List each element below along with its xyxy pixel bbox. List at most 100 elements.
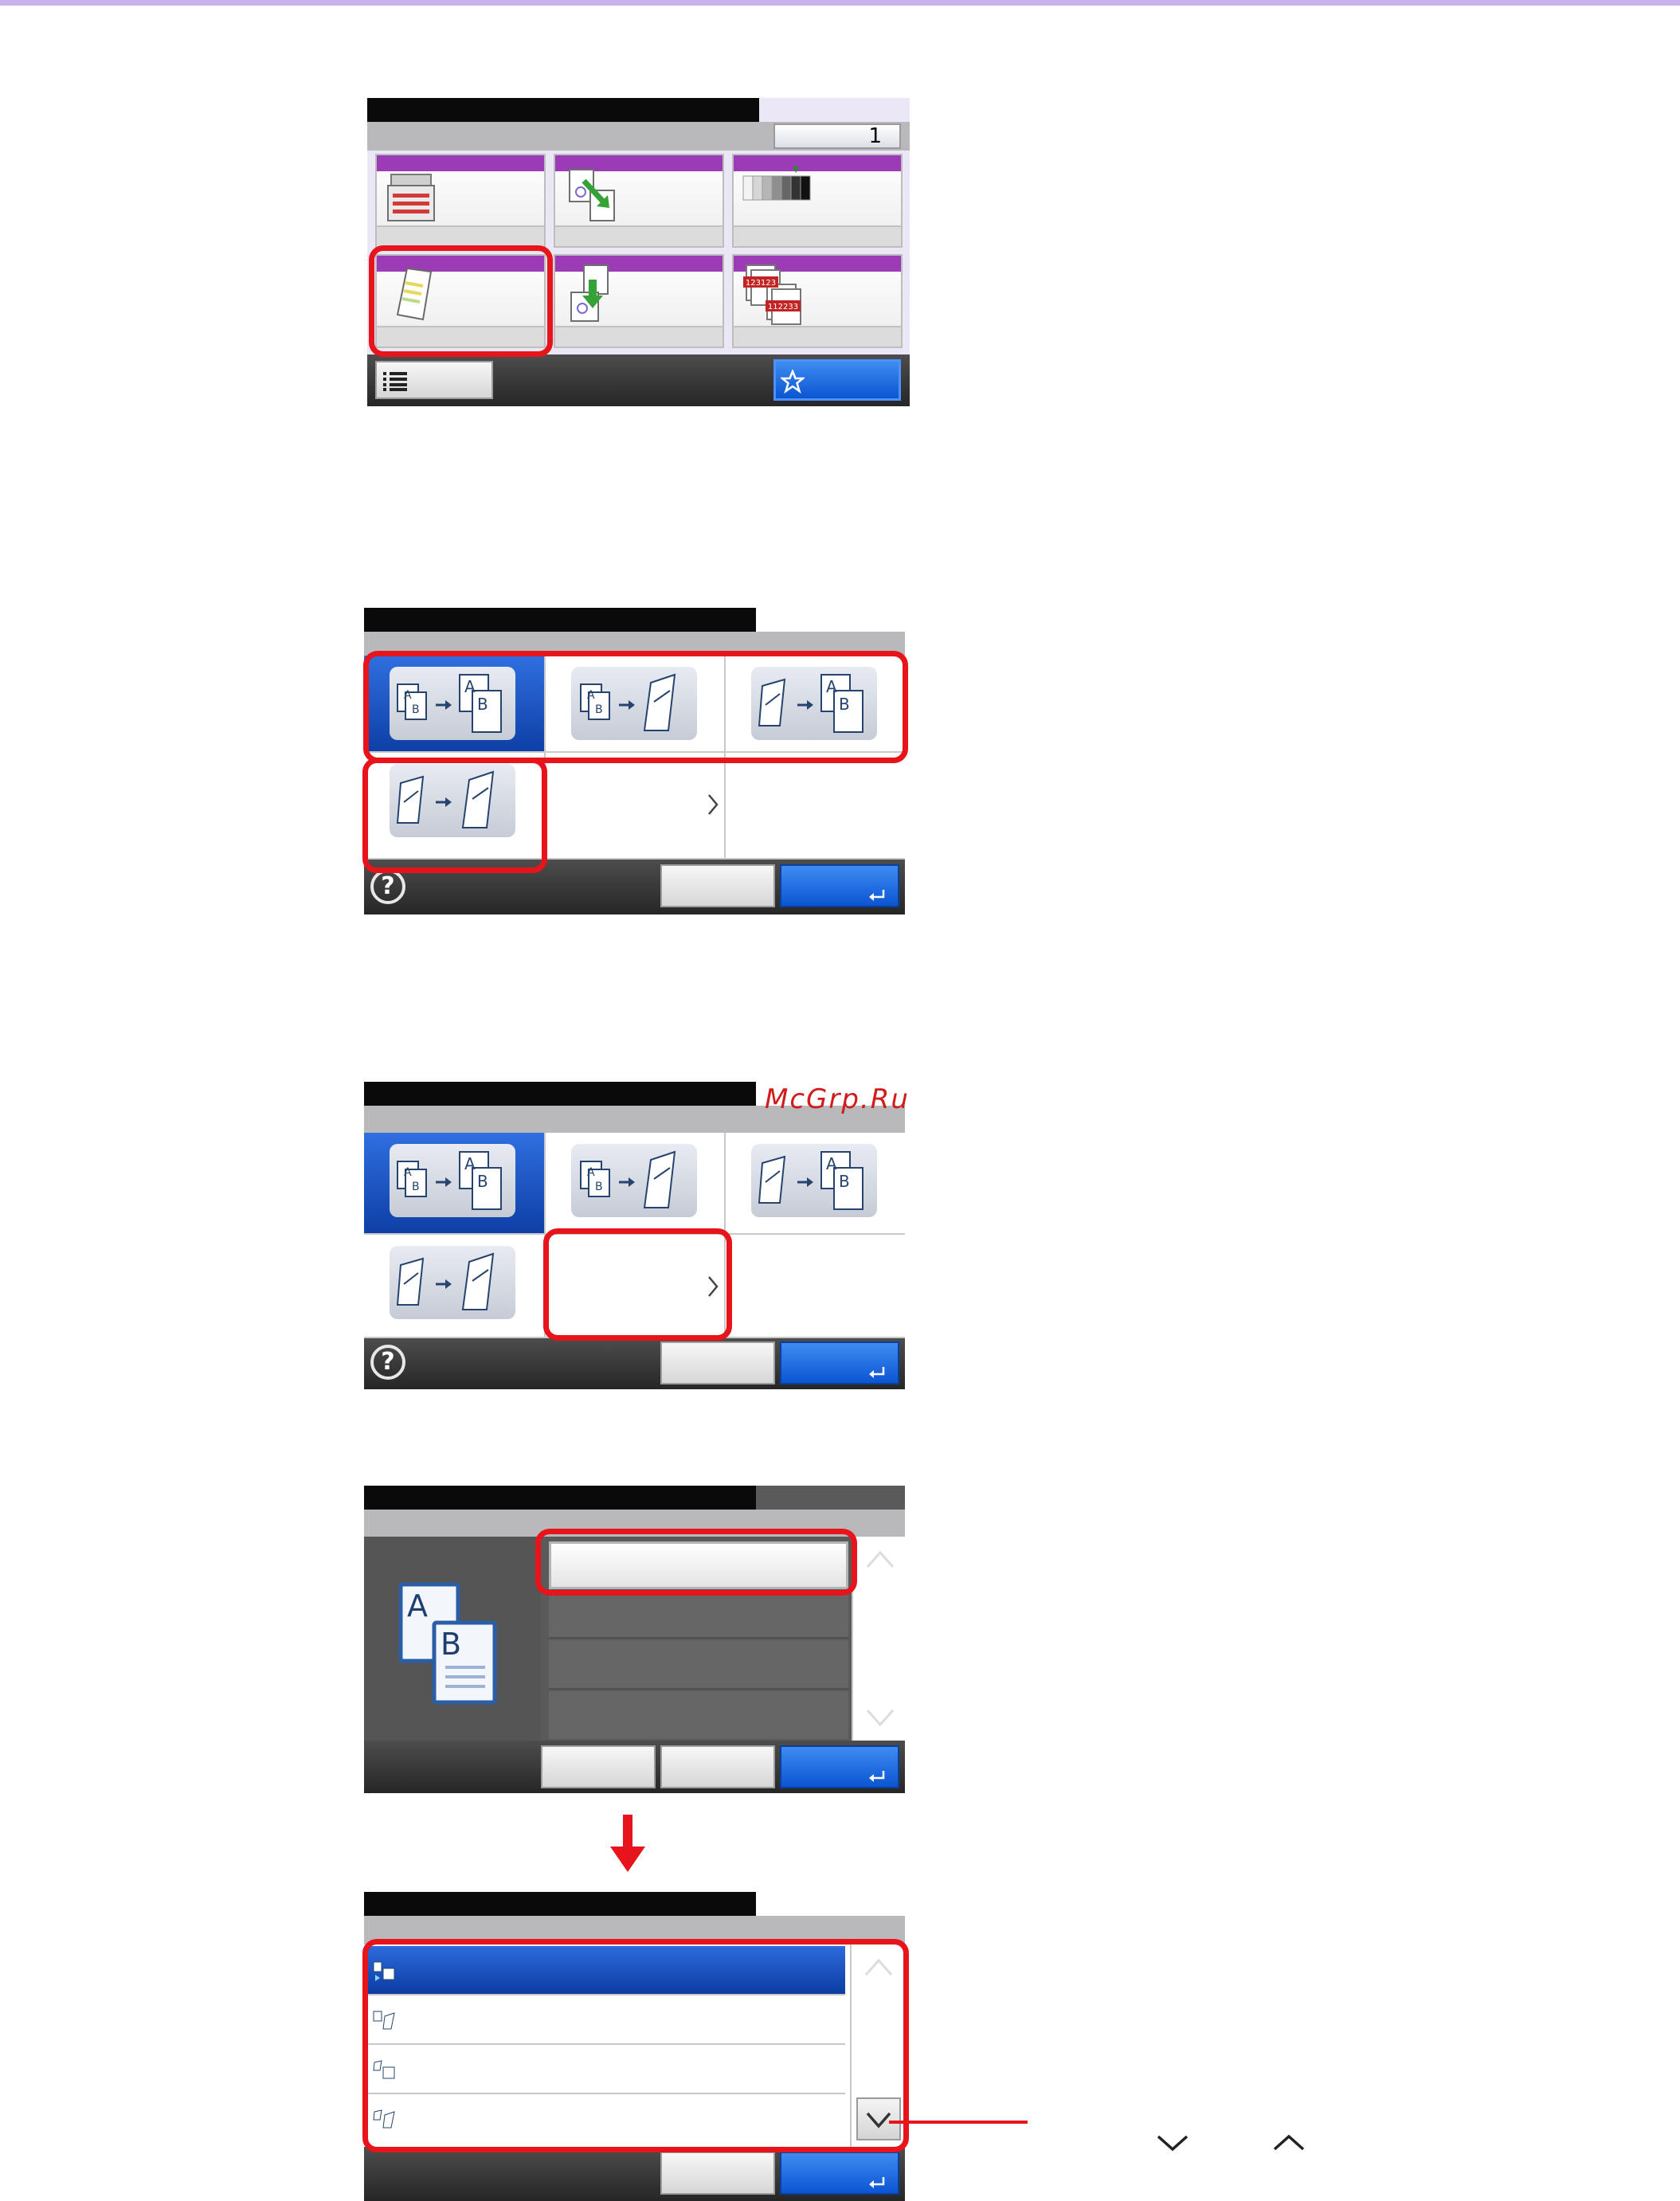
letter-b: B [441,1627,461,1662]
option-empty [726,753,905,860]
list-item-1[interactable] [367,1946,845,1995]
screen-duplex-options-detail: A B A B A B A B ? [364,1082,905,1389]
favorites-button[interactable] [773,359,901,401]
orientation-option-4-icon [373,2109,395,2129]
chevron-down-icon[interactable] [864,1701,896,1733]
function-tile-collate[interactable]: 123123 112233 [732,254,903,348]
sheet-swap-icon [569,169,615,221]
option-1sided-to-1sided[interactable]: A B A B [364,656,546,753]
letter-b: B [839,695,850,714]
letter-a: A [464,1154,476,1173]
return-icon [869,1367,885,1378]
orientation-option-3-icon [373,2060,395,2079]
page-top-stripe [0,0,1680,6]
originals-icon [570,264,609,322]
list-item-2[interactable] [367,1995,845,2045]
setting-row-3[interactable] [549,1640,848,1690]
duplex-icon [396,267,433,321]
title-bar [364,608,756,632]
screen-orientation-list [364,1892,905,2201]
letter-a: A [587,1166,595,1179]
letter-a: A [404,1166,412,1179]
watermark: McGrp.Ru [765,1083,910,1115]
option-1sided-to-1sided[interactable]: A B A B [364,1133,546,1235]
ok-button[interactable] [780,2152,899,2195]
density-icon [742,166,811,201]
chevron-up-icon[interactable] [864,1545,896,1576]
option-more-settings[interactable] [546,753,726,860]
return-icon [869,890,885,901]
option-2sided-to-2sided[interactable] [364,1235,546,1338]
list-item-4[interactable] [367,2094,845,2142]
letter-a: A [404,689,412,702]
collate-number-1: 123123 [746,279,776,288]
scroll-down-button[interactable] [856,2097,901,2140]
single-to-single-icon: A B A B [397,674,502,733]
letter-a: A [826,1154,837,1173]
return-icon [869,1771,885,1782]
duplex-to-single-icon: A B [758,1151,863,1210]
back-button[interactable] [541,1745,656,1788]
option-icon-frame: A B [751,1144,877,1217]
option-1sided-to-2sided[interactable]: A B [546,1133,726,1235]
help-icon[interactable]: ? [370,869,405,904]
list-view-button[interactable] [375,361,493,399]
chevron-up-icon[interactable] [863,1952,895,1984]
copy-counter-value: 1 [868,124,882,148]
ok-button[interactable] [780,1745,899,1788]
return-icon [869,2177,885,2188]
scroll-bar[interactable] [850,1944,905,2147]
function-tile-original-size[interactable] [554,254,724,348]
scroll-bar[interactable] [852,1537,905,1741]
collate-number-2: 112233 [768,303,798,311]
screen-copy-functions: 1 123123 112233 [367,98,910,406]
status-strip [364,1510,905,1537]
option-2sided-to-1sided[interactable]: A B [726,1133,905,1235]
screen-duplex-options: A B A B A B A B ? [364,608,905,914]
letter-b: B [477,1172,488,1191]
copier-icon [387,174,435,221]
chevron-right-icon [708,794,719,815]
down-arrow-icon [610,1815,645,1872]
setting-row-2[interactable] [549,1592,848,1639]
function-tile-copier[interactable] [375,154,546,248]
option-2sided-to-1sided[interactable]: A B [726,656,905,753]
list-icon [383,372,407,391]
duplex-to-duplex-icon [396,770,495,828]
title-bar [364,1486,756,1510]
cancel-button[interactable] [660,1745,775,1788]
list-item-3[interactable] [367,2045,845,2094]
cancel-button[interactable] [660,2152,775,2195]
function-tile-paper-selection[interactable] [554,154,724,248]
cancel-button[interactable] [660,1341,775,1384]
option-2sided-to-2sided[interactable] [364,753,546,860]
orientation-option-2-icon [373,2011,395,2030]
letter-b: B [595,703,603,716]
copy-counter: 1 [773,123,901,149]
function-tile-density[interactable] [732,154,903,248]
letter-a: A [826,677,837,696]
function-tile-duplex[interactable] [375,254,546,348]
duplex-to-duplex-icon [396,1252,495,1310]
letter-a: A [407,1588,428,1623]
option-icon-frame [390,764,515,837]
letter-b: B [477,695,488,714]
option-more-settings[interactable] [546,1235,726,1338]
option-empty [726,1235,905,1338]
orientation-option-1-icon [373,1961,395,1981]
letter-b: B [839,1172,850,1191]
ok-button[interactable] [780,864,899,907]
letter-b: B [412,1181,420,1193]
ok-button[interactable] [780,1341,899,1384]
setting-row-1[interactable] [549,1541,848,1589]
setting-row-4[interactable] [549,1691,848,1739]
duplex-to-single-icon: A B [758,674,863,733]
cancel-button[interactable] [660,864,775,907]
option-icon-frame: A B A B [390,1144,515,1217]
status-strip [364,1916,905,1944]
option-icon-frame: A B [751,667,877,740]
single-to-single-icon: A B A B [397,1151,502,1210]
help-icon[interactable]: ? [370,1345,405,1380]
title-bar [364,1892,756,1916]
option-1sided-to-2sided[interactable]: A B [546,656,726,753]
